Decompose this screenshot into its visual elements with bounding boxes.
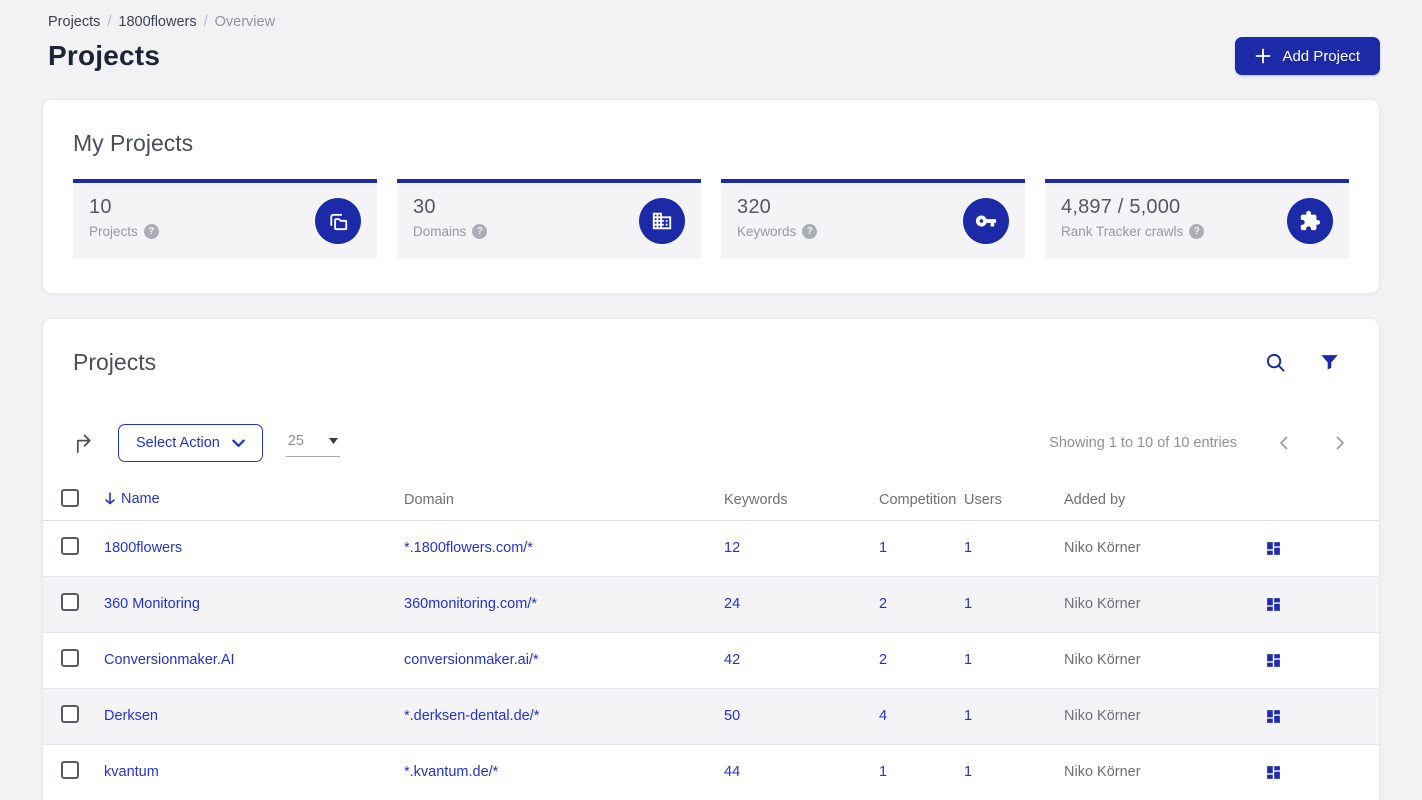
project-domain-link[interactable]: 360monitoring.com/* <box>404 596 537 612</box>
previous-page-icon[interactable] <box>1275 434 1293 452</box>
puzzle-icon <box>1287 198 1333 244</box>
building-icon <box>639 198 685 244</box>
row-checkbox[interactable] <box>61 537 79 555</box>
table-header-row: Name Domain Keywords Competition Users A… <box>43 480 1379 521</box>
project-users-value[interactable]: 1 <box>964 540 972 556</box>
project-added-by: Niko Körner <box>1064 596 1141 612</box>
project-name-link[interactable]: kvantum <box>104 764 159 780</box>
projects-table: Name Domain Keywords Competition Users A… <box>43 480 1379 800</box>
dashboard-icon[interactable] <box>1263 538 1284 559</box>
project-added-by: Niko Körner <box>1064 708 1141 724</box>
project-users-value[interactable]: 1 <box>964 708 972 724</box>
pagination-status: Showing 1 to 10 of 10 entries <box>1049 435 1237 451</box>
column-header-added-by[interactable]: Added by <box>1064 480 1263 521</box>
column-header-keywords[interactable]: Keywords <box>724 480 879 521</box>
row-checkbox[interactable] <box>61 649 79 667</box>
dashboard-icon[interactable] <box>1263 706 1284 727</box>
search-icon[interactable] <box>1263 350 1288 375</box>
project-competition-value[interactable]: 1 <box>879 540 887 556</box>
filter-icon[interactable] <box>1318 351 1341 374</box>
export-icon[interactable] <box>73 432 96 455</box>
project-keywords-value[interactable]: 50 <box>724 708 740 724</box>
my-projects-panel: My Projects 10 Projects ? 30 Domains ? 3… <box>42 99 1380 294</box>
breadcrumb-overview: Overview <box>214 14 276 30</box>
projects-table-panel: Projects Select Action 25 Showing 1 to 1… <box>42 318 1380 800</box>
stats-grid: 10 Projects ? 30 Domains ? 320 Keywords … <box>73 179 1349 259</box>
help-icon[interactable]: ? <box>1189 224 1205 239</box>
row-checkbox[interactable] <box>61 705 79 723</box>
project-added-by: Niko Körner <box>1064 652 1141 668</box>
page-title: Projects <box>48 40 161 71</box>
select-action-button[interactable]: Select Action <box>118 424 263 462</box>
project-added-by: Niko Körner <box>1064 540 1141 556</box>
project-users-value[interactable]: 1 <box>964 764 972 780</box>
breadcrumb-1800flowers[interactable]: 1800flowers <box>118 14 196 30</box>
project-domain-link[interactable]: *.1800flowers.com/* <box>404 540 533 556</box>
project-users-value[interactable]: 1 <box>964 652 972 668</box>
page-size-select[interactable]: 25 <box>285 430 340 457</box>
table-row: Derksen *.derksen-dental.de/* 50 4 1 Nik… <box>43 688 1379 745</box>
breadcrumb-projects[interactable]: Projects <box>48 14 100 30</box>
project-competition-value[interactable]: 2 <box>879 652 887 668</box>
project-keywords-value[interactable]: 24 <box>724 596 740 612</box>
help-icon[interactable]: ? <box>143 224 159 239</box>
dashboard-icon[interactable] <box>1263 650 1284 671</box>
project-keywords-value[interactable]: 12 <box>724 540 740 556</box>
breadcrumb-separator: / <box>203 14 208 30</box>
column-header-actions <box>1263 480 1379 521</box>
stat-card-projects: 10 Projects ? <box>73 179 377 259</box>
table-row: kvantum *.kvantum.de/* 44 1 1 Niko Körne… <box>43 744 1379 800</box>
key-icon <box>963 198 1009 244</box>
project-keywords-value[interactable]: 44 <box>724 764 740 780</box>
breadcrumb-separator: / <box>107 14 112 30</box>
stat-card-rank-tracker-crawls: 4,897 / 5,000 Rank Tracker crawls ? <box>1045 179 1349 259</box>
add-project-label: Add Project <box>1282 47 1360 65</box>
project-domain-link[interactable]: *.kvantum.de/* <box>404 764 498 780</box>
stat-card-domains: 30 Domains ? <box>397 179 701 259</box>
project-name-link[interactable]: 1800flowers <box>104 540 182 556</box>
caret-down-icon <box>328 437 338 444</box>
project-name-link[interactable]: Derksen <box>104 708 158 724</box>
select-all-checkbox[interactable] <box>61 488 79 507</box>
help-icon[interactable]: ? <box>802 224 818 239</box>
page-header: Projects Add Project <box>48 37 1380 75</box>
add-project-button[interactable]: Add Project <box>1235 37 1380 75</box>
column-header-domain[interactable]: Domain <box>404 480 724 521</box>
projects-table-body: 1800flowers *.1800flowers.com/* 12 1 1 N… <box>43 520 1379 800</box>
dashboard-icon[interactable] <box>1263 762 1284 783</box>
my-projects-title: My Projects <box>73 130 194 156</box>
table-row: 360 Monitoring 360monitoring.com/* 24 2 … <box>43 576 1379 633</box>
table-toolbar: Select Action 25 Showing 1 to 10 of 10 e… <box>43 424 1379 462</box>
stat-card-keywords: 320 Keywords ? <box>721 179 1025 259</box>
chevron-down-icon <box>232 439 245 448</box>
project-added-by: Niko Körner <box>1064 764 1141 780</box>
dashboard-icon[interactable] <box>1263 594 1284 615</box>
plus-icon <box>1255 48 1271 64</box>
table-row: Conversionmaker.AI conversionmaker.ai/* … <box>43 632 1379 689</box>
column-header-competition[interactable]: Competition <box>879 480 964 521</box>
next-page-icon[interactable] <box>1331 434 1349 452</box>
project-name-link[interactable]: Conversionmaker.AI <box>104 652 235 668</box>
project-keywords-value[interactable]: 42 <box>724 652 740 668</box>
sort-descending-icon <box>104 492 116 505</box>
project-name-link[interactable]: 360 Monitoring <box>104 596 200 612</box>
project-domain-link[interactable]: *.derksen-dental.de/* <box>404 708 539 724</box>
help-icon[interactable]: ? <box>472 224 488 239</box>
project-competition-value[interactable]: 1 <box>879 764 887 780</box>
column-header-users[interactable]: Users <box>964 480 1064 521</box>
project-users-value[interactable]: 1 <box>964 596 972 612</box>
project-competition-value[interactable]: 2 <box>879 596 887 612</box>
project-domain-link[interactable]: conversionmaker.ai/* <box>404 652 539 668</box>
row-checkbox[interactable] <box>61 761 79 779</box>
table-row: 1800flowers *.1800flowers.com/* 12 1 1 N… <box>43 520 1379 577</box>
row-checkbox[interactable] <box>61 593 79 611</box>
projects-table-title: Projects <box>73 349 157 375</box>
column-header-name[interactable]: Name <box>104 480 404 521</box>
page: Projects / 1800flowers / Overview Projec… <box>0 0 1422 800</box>
folder-copy-icon <box>315 198 361 244</box>
project-competition-value[interactable]: 4 <box>879 708 887 724</box>
breadcrumb: Projects / 1800flowers / Overview <box>48 0 1380 30</box>
